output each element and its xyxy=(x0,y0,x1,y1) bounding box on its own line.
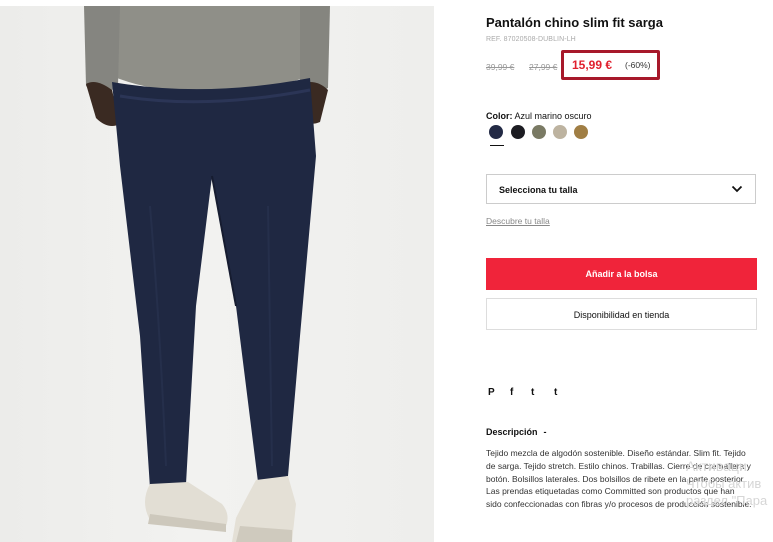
watermark-line-2: Чтобы актив xyxy=(686,476,762,491)
pinterest-icon[interactable]: P xyxy=(488,387,495,398)
watermark-line-1: Активаци xyxy=(686,458,747,474)
add-to-bag-button[interactable]: Añadir a la bolsa xyxy=(486,258,757,290)
color-label-row: Color: Azul marino oscuro xyxy=(486,111,592,121)
watermark-line-3: раздел "Пара xyxy=(686,493,768,508)
facebook-icon[interactable]: f xyxy=(510,387,513,398)
swatch-camel[interactable] xyxy=(574,125,588,139)
selected-swatch-indicator xyxy=(490,145,504,146)
swatch-negro[interactable] xyxy=(511,125,525,139)
model-photo xyxy=(84,6,330,542)
swatch-azul-marino[interactable] xyxy=(489,125,503,139)
size-select-label: Selecciona tu talla xyxy=(499,185,578,195)
color-label: Color: xyxy=(486,111,513,121)
price-row: 39,99 € 27,99 € 15,99 € (-60%) xyxy=(486,50,686,80)
chevron-down-icon xyxy=(731,185,743,193)
add-to-bag-label: Añadir a la bolsa xyxy=(585,269,658,279)
store-availability-button[interactable]: Disponibilidad en tienda xyxy=(486,298,757,330)
price-highlight-box: 15,99 € (-60%) xyxy=(561,50,660,80)
product-image[interactable] xyxy=(0,6,434,542)
color-swatches xyxy=(489,125,619,151)
tumblr-icon[interactable]: t xyxy=(554,387,557,398)
os-activation-watermark: Активаци Чтобы актив раздел "Пара xyxy=(686,458,773,509)
description-title: Descripción xyxy=(486,427,538,437)
product-ref: REF. 87020508-DUBLIN-LH xyxy=(486,36,576,43)
share-icons: P f t t xyxy=(486,387,586,401)
twitter-icon[interactable]: t xyxy=(531,387,534,398)
size-select[interactable]: Selecciona tu talla xyxy=(486,174,756,204)
previous-price: 27,99 € xyxy=(529,62,558,72)
current-price: 15,99 € xyxy=(572,58,613,72)
swatch-beige[interactable] xyxy=(553,125,567,139)
original-price: 39,99 € xyxy=(486,62,515,72)
size-guide-link[interactable]: Descubre tu talla xyxy=(486,216,550,226)
description-header[interactable]: Descripción - xyxy=(486,427,547,437)
swatch-kaki[interactable] xyxy=(532,125,546,139)
product-title: Pantalón chino slim fit sarga xyxy=(486,15,663,30)
store-availability-label: Disponibilidad en tienda xyxy=(573,310,670,320)
description-toggle[interactable]: - xyxy=(544,427,547,437)
color-value: Azul marino oscuro xyxy=(514,111,592,121)
discount-badge: (-60%) xyxy=(625,60,651,70)
